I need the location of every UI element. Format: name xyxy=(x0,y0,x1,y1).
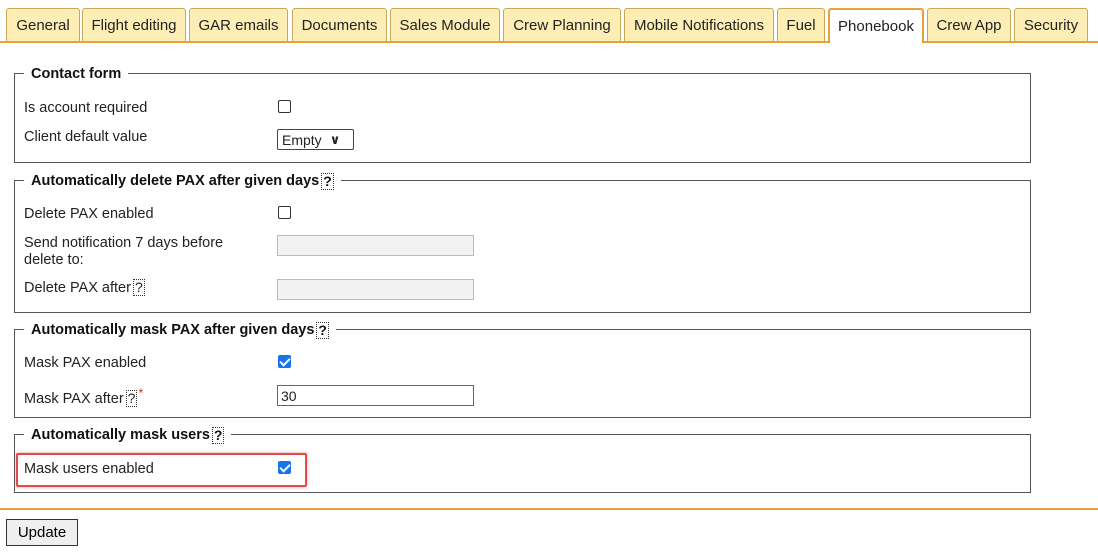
delete-pax-legend-text: Automatically delete PAX after given day… xyxy=(31,173,320,189)
tab-documents[interactable]: Documents xyxy=(292,8,387,41)
notification-recipient-label: Send notification 7 days before delete t… xyxy=(24,235,223,269)
notification-label-line1: Send notification 7 days before xyxy=(24,235,224,251)
footer-divider xyxy=(0,508,1098,510)
account-required-checkbox[interactable] xyxy=(278,100,291,113)
tab-crew-planning[interactable]: Crew Planning xyxy=(503,8,621,41)
highlight-box xyxy=(16,453,307,487)
chevron-down-icon: ∨ xyxy=(329,131,341,147)
mask-pax-enabled-label: Mask PAX enabled xyxy=(24,355,147,371)
tab-fuel[interactable]: Fuel xyxy=(777,8,825,41)
mask-users-legend: Automatically mask users ? xyxy=(24,426,232,444)
delete-pax-section: Automatically delete PAX after given day… xyxy=(14,172,1031,313)
mask-pax-legend-text: Automatically mask PAX after given days xyxy=(31,322,315,338)
mask-pax-after-input[interactable]: 30 xyxy=(277,385,474,406)
delete-pax-after-text: Delete PAX after xyxy=(24,280,131,296)
mask-pax-after-help-icon[interactable]: ? xyxy=(125,389,138,407)
delete-pax-help-icon[interactable]: ? xyxy=(321,172,334,190)
mask-users-legend-text: Automatically mask users xyxy=(31,427,210,443)
tab-security[interactable]: Security xyxy=(1014,8,1088,41)
delete-pax-enabled-label: Delete PAX enabled xyxy=(24,206,154,222)
required-asterisk: * xyxy=(138,386,144,400)
tab-sales-module[interactable]: Sales Module xyxy=(390,8,500,41)
account-required-label: Is account required xyxy=(24,100,148,116)
tab-flight-editing[interactable]: Flight editing xyxy=(82,8,186,41)
delete-pax-after-input[interactable] xyxy=(277,279,474,300)
delete-pax-enabled-checkbox[interactable] xyxy=(278,206,291,219)
notification-label-line2: delete to: xyxy=(24,252,84,268)
tab-general[interactable]: General xyxy=(6,8,80,41)
client-default-selected-value: Empty xyxy=(282,131,322,148)
mask-pax-section: Automatically mask PAX after given days … xyxy=(14,321,1031,418)
tab-gar-emails[interactable]: GAR emails xyxy=(189,8,288,41)
contact-form-legend-text: Contact form xyxy=(31,66,122,82)
tab-phonebook[interactable]: Phonebook xyxy=(828,8,924,43)
contact-form-section: Contact form Is account required Client … xyxy=(14,65,1031,163)
contact-form-legend: Contact form xyxy=(24,65,129,83)
update-button[interactable]: Update xyxy=(6,519,78,546)
delete-pax-after-label: Delete PAX after? xyxy=(24,279,145,297)
delete-pax-legend: Automatically delete PAX after given day… xyxy=(24,172,341,190)
tab-bar-divider xyxy=(0,41,1098,43)
mask-pax-enabled-checkbox[interactable] xyxy=(278,355,291,368)
mask-pax-legend: Automatically mask PAX after given days … xyxy=(24,321,336,339)
mask-users-help-icon[interactable]: ? xyxy=(211,426,225,444)
mask-pax-after-text: Mask PAX after xyxy=(24,390,124,407)
client-default-select[interactable]: Empty ∨ xyxy=(277,129,354,150)
mask-pax-after-label: Mask PAX after? * xyxy=(24,385,143,408)
mask-pax-help-icon[interactable]: ? xyxy=(316,321,329,339)
settings-tab-bar: General Flight editing GAR emails Docume… xyxy=(0,0,1098,43)
notification-recipient-input[interactable] xyxy=(277,235,474,256)
tab-mobile-notifications[interactable]: Mobile Notifications xyxy=(624,8,774,41)
client-default-label: Client default value xyxy=(24,129,148,145)
delete-pax-after-help-icon[interactable]: ? xyxy=(132,279,145,296)
tab-crew-app[interactable]: Crew App xyxy=(927,8,1011,41)
